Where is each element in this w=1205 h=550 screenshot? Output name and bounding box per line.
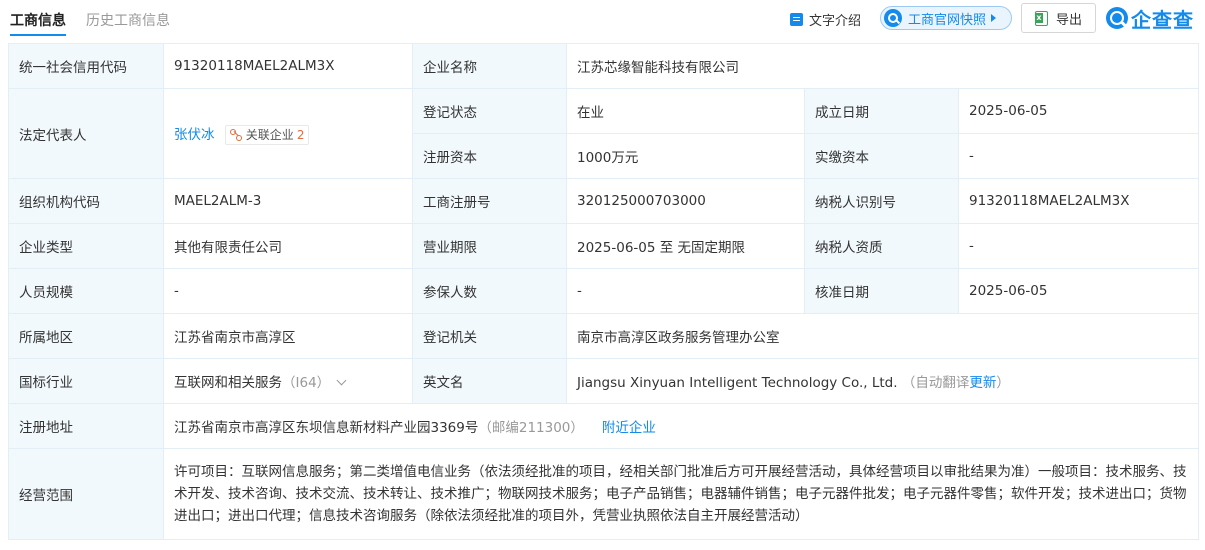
table-row: 企业类型 其他有限责任公司 营业期限 2025-06-05 至 无固定期限 纳税… xyxy=(8,223,1199,269)
official-snapshot-button[interactable]: 工商官网快照 xyxy=(880,6,1012,30)
postcode: （邮编211300） xyxy=(478,420,584,436)
staff-size-label: 人员规模 xyxy=(8,268,164,314)
company-name-label: 企业名称 xyxy=(412,43,567,89)
credit-code-value: 91320118MAEL2ALM3X xyxy=(163,43,413,89)
industry-code: （I64） xyxy=(282,375,331,391)
table-row: 组织机构代码 MAEL2ALM-3 工商注册号 320125000703000 … xyxy=(8,178,1199,224)
reg-address-cell: 江苏省南京市高淳区东坝信息新材料产业园3369号（邮编211300） 附近企业 xyxy=(163,403,1199,449)
table-row: 统一社会信用代码 91320118MAEL2ALM3X 企业名称 江苏芯缘智能科… xyxy=(8,43,1199,89)
text-intro-label: 文字介绍 xyxy=(809,13,862,29)
legal-rep-label: 法定代表人 xyxy=(8,88,164,179)
tab-history-label: 历史工商信息 xyxy=(86,13,170,29)
snapshot-label: 工商官网快照 xyxy=(908,12,987,28)
industry-cell: 互联网和相关服务（I64） xyxy=(163,358,413,404)
legal-rep-cell: 张伏冰 关联企业 2 xyxy=(163,88,413,179)
relation-icon xyxy=(229,128,242,141)
company-type-value: 其他有限责任公司 xyxy=(163,223,413,269)
reg-authority-value: 南京市高淳区政务服务管理办公室 xyxy=(566,313,1199,359)
reg-status-label: 登记状态 xyxy=(412,88,567,134)
table-row: 国标行业 互联网和相关服务（I64） 英文名 Jiangsu Xinyuan I… xyxy=(8,358,1199,404)
insured-label: 参保人数 xyxy=(412,268,567,314)
tab-history-business-info[interactable]: 历史工商信息 xyxy=(86,10,170,30)
org-code-value: MAEL2ALM-3 xyxy=(163,178,413,224)
paid-capital-value: - xyxy=(958,133,1199,179)
reg-address-label: 注册地址 xyxy=(8,403,164,449)
related-companies-count: 2 xyxy=(296,127,305,142)
brand-logo: 企查查 xyxy=(1106,5,1194,32)
english-name-label: 英文名 xyxy=(412,358,567,404)
document-icon xyxy=(790,12,803,26)
table-row: 人员规模 - 参保人数 - 核准日期 2025-06-05 xyxy=(8,268,1199,314)
biz-term-label: 营业期限 xyxy=(412,223,567,269)
taxpayer-id-label: 纳税人识别号 xyxy=(804,178,959,224)
nearby-companies-link[interactable]: 附近企业 xyxy=(602,420,656,436)
biz-scope-label: 经营范围 xyxy=(8,448,164,540)
taxpayer-qual-label: 纳税人资质 xyxy=(804,223,959,269)
approval-date-value: 2025-06-05 xyxy=(958,268,1199,314)
chevron-down-icon[interactable] xyxy=(336,375,347,386)
biz-scope-value: 许可项目：互联网信息服务；第二类增值电信业务（依法须经批准的项目，经相关部门批准… xyxy=(163,448,1199,540)
taxpayer-id-value: 91320118MAEL2ALM3X xyxy=(958,178,1199,224)
tab-business-info-label: 工商信息 xyxy=(10,13,66,29)
active-tab-underline xyxy=(10,34,66,36)
magnifier-icon xyxy=(884,9,902,27)
table-row: 所属地区 江苏省南京市高淳区 登记机关 南京市高淳区政务服务管理办公室 xyxy=(8,313,1199,359)
founded-value: 2025-06-05 xyxy=(958,88,1199,134)
business-info-table: 统一社会信用代码 91320118MAEL2ALM3X 企业名称 江苏芯缘智能科… xyxy=(8,43,1199,540)
reg-capital-value: 1000万元 xyxy=(566,133,805,179)
update-translation-link[interactable]: 更新 xyxy=(969,375,996,391)
industry-label: 国标行业 xyxy=(8,358,164,404)
industry-value: 互联网和相关服务 xyxy=(174,375,282,391)
text-intro-button[interactable]: 文字介绍 xyxy=(790,9,861,29)
paid-capital-label: 实缴资本 xyxy=(804,133,959,179)
reg-authority-label: 登记机关 xyxy=(412,313,567,359)
insured-value: - xyxy=(566,268,805,314)
taxpayer-qual-value: - xyxy=(958,223,1199,269)
english-name-value: Jiangsu Xinyuan Intelligent Technology C… xyxy=(577,375,898,391)
founded-label: 成立日期 xyxy=(804,88,959,134)
region-label: 所属地区 xyxy=(8,313,164,359)
credit-code-label: 统一社会信用代码 xyxy=(8,43,164,89)
auto-translate-note-end: ） xyxy=(996,375,1010,391)
reg-status-value: 在业 xyxy=(566,88,805,134)
legal-rep-name-link[interactable]: 张伏冰 xyxy=(174,127,215,143)
excel-icon xyxy=(1034,10,1048,26)
export-label: 导出 xyxy=(1055,12,1082,28)
english-name-cell: Jiangsu Xinyuan Intelligent Technology C… xyxy=(566,358,1199,404)
caret-right-icon xyxy=(991,14,997,22)
table-row: 经营范围 许可项目：互联网信息服务；第二类增值电信业务（依法须经批准的项目，经相… xyxy=(8,448,1199,540)
top-bar: 工商信息 历史工商信息 文字介绍 工商官网快照 导出 企查查 xyxy=(0,0,1205,38)
export-button[interactable]: 导出 xyxy=(1021,3,1096,33)
logo-text: 企查查 xyxy=(1131,7,1194,32)
org-code-label: 组织机构代码 xyxy=(8,178,164,224)
auto-translate-note: （自动翻译 xyxy=(901,375,970,391)
table-row: 注册地址 江苏省南京市高淳区东坝信息新材料产业园3369号（邮编211300） 附… xyxy=(8,403,1199,449)
reg-capital-label: 注册资本 xyxy=(412,133,567,179)
table-row: 法定代表人 张伏冰 关联企业 2 登记状态 在业 成立日期 2025-06-05 xyxy=(8,88,1199,179)
region-value: 江苏省南京市高淳区 xyxy=(163,313,413,359)
logo-magnifier-icon xyxy=(1106,7,1128,29)
biz-term-value: 2025-06-05 至 无固定期限 xyxy=(566,223,805,269)
biz-reg-no-label: 工商注册号 xyxy=(412,178,567,224)
company-name-value: 江苏芯缘智能科技有限公司 xyxy=(566,43,1199,89)
tab-business-info[interactable]: 工商信息 xyxy=(10,10,66,36)
biz-reg-no-value: 320125000703000 xyxy=(566,178,805,224)
staff-size-value: - xyxy=(163,268,413,314)
company-type-label: 企业类型 xyxy=(8,223,164,269)
related-companies-label: 关联企业 xyxy=(245,128,294,142)
approval-date-label: 核准日期 xyxy=(804,268,959,314)
reg-address-value: 江苏省南京市高淳区东坝信息新材料产业园3369号 xyxy=(174,420,479,436)
related-companies-badge[interactable]: 关联企业 2 xyxy=(224,124,310,145)
